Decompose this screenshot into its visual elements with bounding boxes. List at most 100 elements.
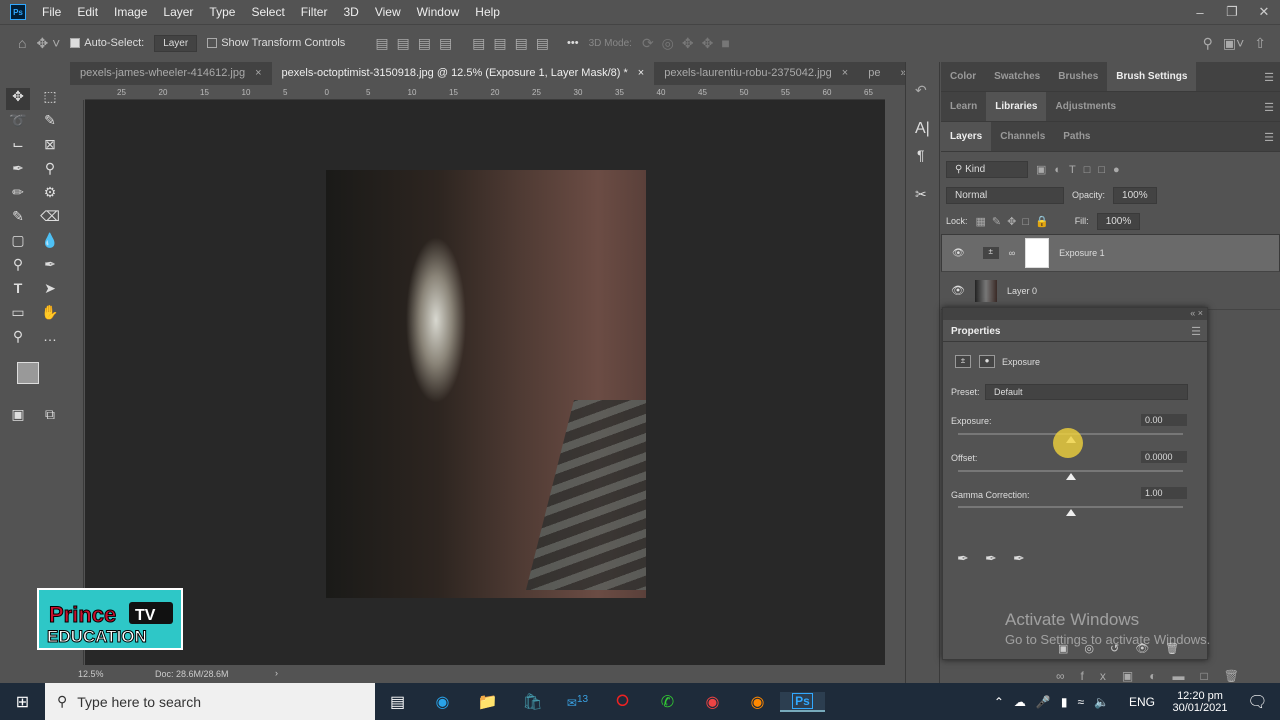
menu-select[interactable]: Select [243,5,292,19]
history-brush-icon[interactable]: ✎ [6,208,30,230]
layer-name[interactable]: Exposure 1 [1059,248,1105,258]
language-indicator[interactable]: ENG [1129,695,1155,709]
eyedropper-tool-icon[interactable]: ✒ [6,160,30,182]
menu-view[interactable]: View [367,5,409,19]
offset-slider[interactable] [958,470,1183,472]
chain-link-icon[interactable]: ∞ [1009,248,1015,258]
edge-icon[interactable]: ◉ [420,692,465,712]
tab-brushes[interactable]: Brushes [1049,62,1107,91]
notifications-icon[interactable]: 🗨 [1235,692,1280,712]
healing-tool-icon[interactable]: ⚲ [38,160,62,182]
layer-row-exposure[interactable]: 👁 ± ∞ Exposure 1 [941,234,1280,272]
type-tool-icon[interactable]: T [6,280,30,302]
menu-help[interactable]: Help [467,5,508,19]
offset-slider-thumb[interactable] [1065,473,1076,480]
task-view-icon[interactable]: ▤ [375,692,420,712]
path-select-tool-icon[interactable]: ➤ [38,280,62,302]
visibility-eye-icon[interactable]: 👁 [952,248,965,259]
menu-image[interactable]: Image [106,5,155,19]
zoom-tool-icon[interactable]: ⚲ [6,328,30,350]
quick-select-tool-icon[interactable]: ✎ [38,112,62,134]
fill-field[interactable]: 100% [1096,212,1141,230]
offset-field[interactable]: 0.0000 [1141,451,1187,463]
opera-icon[interactable]: ⭘ [600,693,645,711]
gamma-field[interactable]: 1.00 [1141,487,1187,499]
menu-window[interactable]: Window [409,5,468,19]
character-icon[interactable]: A| [915,120,930,138]
tab-overflow[interactable]: pe [858,62,890,85]
auto-select-checkbox[interactable]: Auto-Select: [70,37,144,49]
zoom-level[interactable]: 12.5% [78,669,104,679]
filter-kind-dropdown[interactable]: ⚲ Kind [946,160,1028,178]
lock-icons[interactable]: ▦✎✥□🔒 [976,215,1055,228]
tab-swatches[interactable]: Swatches [985,62,1049,91]
show-transform-checkbox[interactable]: Show Transform Controls [207,37,345,49]
visibility-eye-icon[interactable]: 👁 [951,284,965,297]
menu-file[interactable]: File [34,5,69,19]
home-icon[interactable]: ⌂ [18,35,26,51]
store-icon[interactable]: 🛍 [510,692,555,712]
quick-mask-icon[interactable]: ▣ [6,406,30,428]
blur-tool-icon[interactable]: 💧 [38,232,62,254]
paragraph-icon[interactable]: ¶ [917,147,925,163]
restore-button[interactable]: ❐ [1216,4,1248,20]
tab-laurentiu-robu[interactable]: pexels-laurentiu-robu-2375042.jpg × [654,62,858,85]
hand-tool-icon[interactable]: ✋ [38,304,62,326]
layers-footer-icons[interactable]: ∞fx▣◐▬□🗑 [1056,669,1255,683]
mail-icon[interactable]: ✉13 [555,694,600,710]
tab-color[interactable]: Color [941,62,985,91]
blend-mode-dropdown[interactable]: Normal [946,186,1064,204]
pen-tool-icon[interactable]: ✒ [38,256,62,278]
lasso-tool-icon[interactable]: ➰ [6,112,30,134]
mask-icon[interactable]: ● [979,355,995,368]
photoshop-taskbar-icon[interactable]: Ps [780,691,825,712]
workspace-icon[interactable]: ▣˅ [1223,35,1244,52]
marquee-tool-icon[interactable]: ⬚ [38,88,62,110]
tab-channels[interactable]: Channels [991,122,1054,151]
chrome-icon[interactable]: ◉ [690,692,735,712]
tab-adjustments[interactable]: Adjustments [1046,92,1125,121]
taskbar-search[interactable]: ⚲ Type here to search [45,683,375,720]
menu-type[interactable]: Type [201,5,243,19]
move-tool-icon[interactable]: ✥ [6,88,30,110]
layer-name[interactable]: Layer 0 [1007,286,1037,296]
file-explorer-icon[interactable]: 📁 [465,692,510,712]
tab-layers[interactable]: Layers [941,122,992,151]
gradient-tool-icon[interactable]: ▢ [6,232,30,254]
menu-edit[interactable]: Edit [69,5,106,19]
dodge-tool-icon[interactable]: ⚲ [6,256,30,278]
doc-size[interactable]: Doc: 28.6M/28.6M [155,669,229,679]
tab-james-wheeler[interactable]: pexels-james-wheeler-414612.jpg × [70,62,272,85]
panel-menu-icon[interactable]: ☰ [1264,131,1274,144]
whatsapp-icon[interactable]: ✆ [645,692,690,712]
close-tab-icon[interactable]: × [255,67,261,79]
3d-tools-icons[interactable]: ⟳◎✥✥■ [642,35,738,52]
stamp-tool-icon[interactable]: ⚙ [38,184,62,206]
tab-libraries[interactable]: Libraries [986,92,1047,121]
tab-learn[interactable]: Learn [941,92,986,121]
align-icons[interactable]: ▤▤▤▤ ▤▤▤▤ [375,35,557,52]
eyedropper-white-icon[interactable]: ✒ [1013,550,1025,567]
menu-filter[interactable]: Filter [293,5,336,19]
close-tab-icon[interactable]: × [842,67,848,79]
opacity-field[interactable]: 100% [1113,186,1157,204]
layer-filter-icons[interactable]: ▣◐T□□● [1036,163,1128,176]
menu-3d[interactable]: 3D [335,5,366,19]
brush-tool-icon[interactable]: ✏ [6,184,30,206]
canvas-area[interactable] [85,100,885,665]
more-tools-icon[interactable]: … [38,328,62,350]
menu-layer[interactable]: Layer [155,5,201,19]
tool-presets-icon[interactable]: ✂ [915,186,927,203]
tab-paths[interactable]: Paths [1054,122,1099,151]
close-button[interactable]: ✕ [1248,4,1280,20]
status-arrow-icon[interactable]: › [275,668,278,678]
move-tool-icon[interactable]: ✥ ˅ [36,35,60,52]
more-options-button[interactable]: ••• [567,37,579,49]
search-icon[interactable]: ⚲ [1203,35,1213,52]
tab-octoptimist[interactable]: pexels-octoptimist-3150918.jpg @ 12.5% (… [271,62,655,85]
panel-menu-icon[interactable]: ☰ [1191,325,1201,338]
history-icon[interactable]: ↶ [915,82,927,99]
eyedropper-gray-icon[interactable]: ✒ [985,550,997,567]
gamma-slider[interactable] [958,506,1183,508]
start-button[interactable]: ⊞ [0,692,45,712]
